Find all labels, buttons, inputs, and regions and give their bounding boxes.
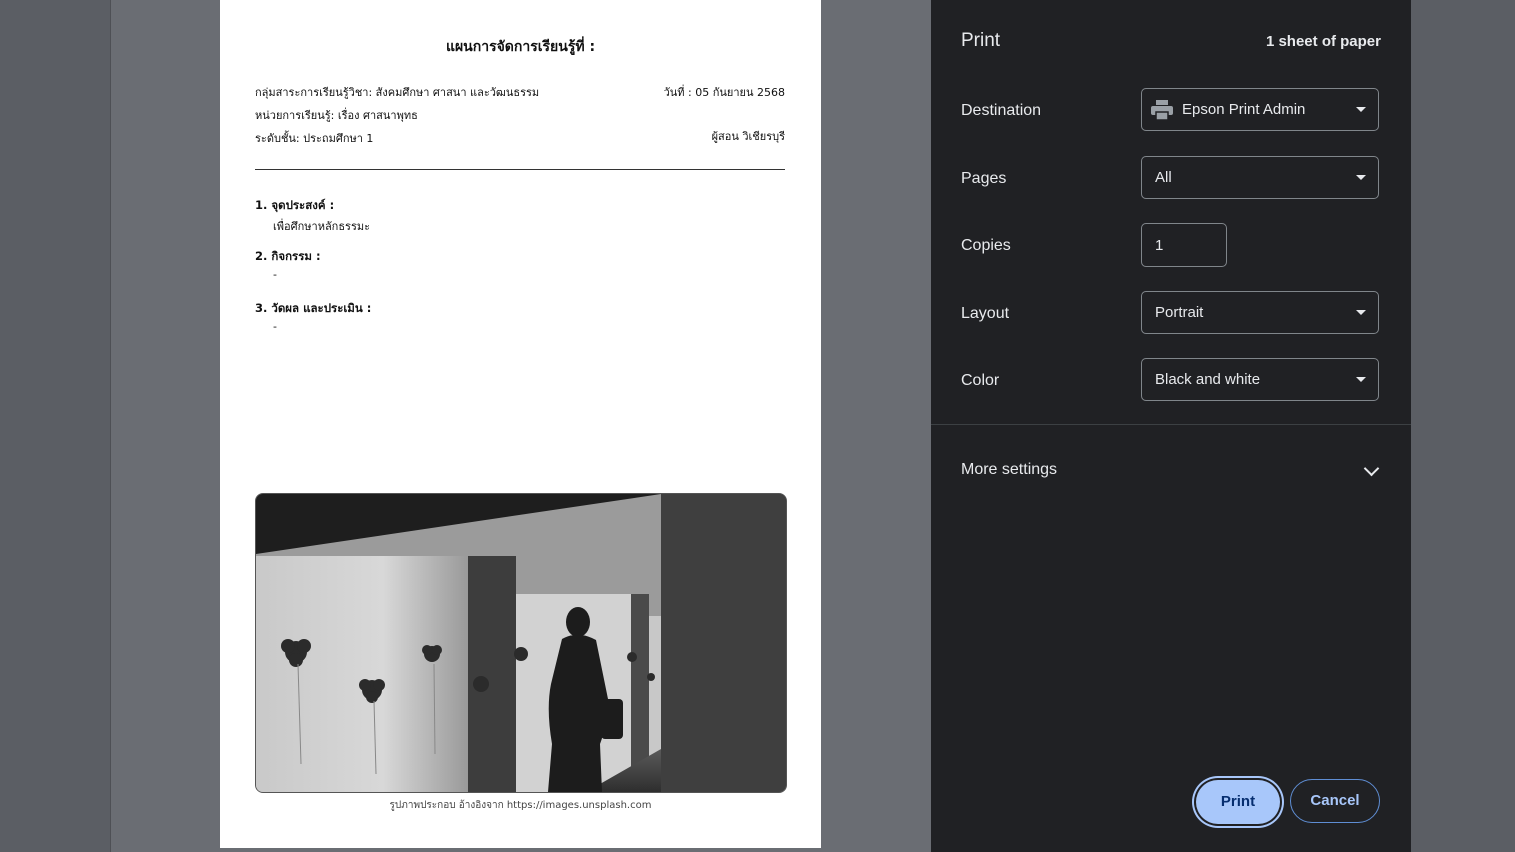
more-settings-toggle[interactable]: More settings: [961, 461, 1057, 479]
image-caption: รูปภาพประกอบ อ้างอิงจาก https://images.u…: [389, 800, 652, 811]
section-heading: 2. กิจกรรม :: [255, 249, 321, 263]
layout-value: Portrait: [1155, 304, 1204, 321]
print-button[interactable]: Print: [1196, 780, 1280, 824]
panel-divider: [931, 424, 1411, 425]
teacher-text: ผู้สอน วิเชียรบุรี: [711, 130, 785, 143]
chevron-down-icon: [1356, 310, 1366, 315]
layout-select[interactable]: Portrait: [1141, 291, 1379, 334]
section-heading: 1. จุดประสงค์ :: [255, 198, 335, 212]
section-body: -: [273, 320, 277, 333]
section-heading: 3. วัดผล และประเมิน :: [255, 301, 372, 315]
color-label: Color: [961, 372, 1000, 389]
panel-title: Print: [961, 30, 1001, 51]
background-left: [0, 0, 110, 852]
monk-photo-illustration: [256, 494, 786, 792]
document-title: แผนการจัดการเรียนรู้ที่ :: [445, 39, 596, 55]
print-settings-panel: Print 1 sheet of paper Destination Epson…: [931, 0, 1411, 852]
chevron-down-icon: [1356, 175, 1366, 180]
expand-chevron-icon[interactable]: [1363, 460, 1380, 477]
destination-value: Epson Print Admin: [1182, 101, 1306, 118]
chevron-down-icon: [1356, 107, 1366, 112]
sheet-count: 1 sheet of paper: [1265, 33, 1381, 50]
color-value: Black and white: [1155, 371, 1261, 388]
preview-page: แผนการจัดการเรียนรู้ที่ : กลุ่มสาระการเร…: [220, 0, 821, 848]
section-body: เพื่อศึกษาหลักธรรมะ: [273, 220, 371, 233]
unit-text: หน่วยการเรียนรู้: เรื่อง ศาสนาพุทธ: [255, 109, 418, 122]
layout-label: Layout: [961, 305, 1010, 322]
cancel-button[interactable]: Cancel: [1290, 779, 1380, 823]
section-body: -: [273, 268, 277, 281]
pages-select[interactable]: All: [1141, 156, 1379, 199]
monk-photo: [255, 493, 787, 793]
copies-value: 1: [1155, 237, 1164, 254]
copies-label: Copies: [961, 237, 1011, 254]
divider-line: [255, 169, 785, 170]
copies-input[interactable]: 1: [1141, 223, 1227, 267]
background-right: [1411, 0, 1515, 852]
pages-value: All: [1155, 169, 1172, 186]
chevron-down-icon: [1356, 377, 1366, 382]
subject-text: กลุ่มสาระการเรียนรู้วิชา: สังคมศึกษา ศาส…: [255, 86, 540, 99]
level-text: ระดับชั้น: ประถมศึกษา 1: [255, 132, 374, 145]
printer-icon: [1151, 100, 1173, 120]
destination-select[interactable]: Epson Print Admin: [1141, 88, 1379, 131]
pages-label: Pages: [961, 170, 1007, 187]
color-select[interactable]: Black and white: [1141, 358, 1379, 401]
destination-label: Destination: [961, 102, 1042, 119]
date-text: วันที่ : 05 กันยายน 2568: [663, 86, 785, 99]
